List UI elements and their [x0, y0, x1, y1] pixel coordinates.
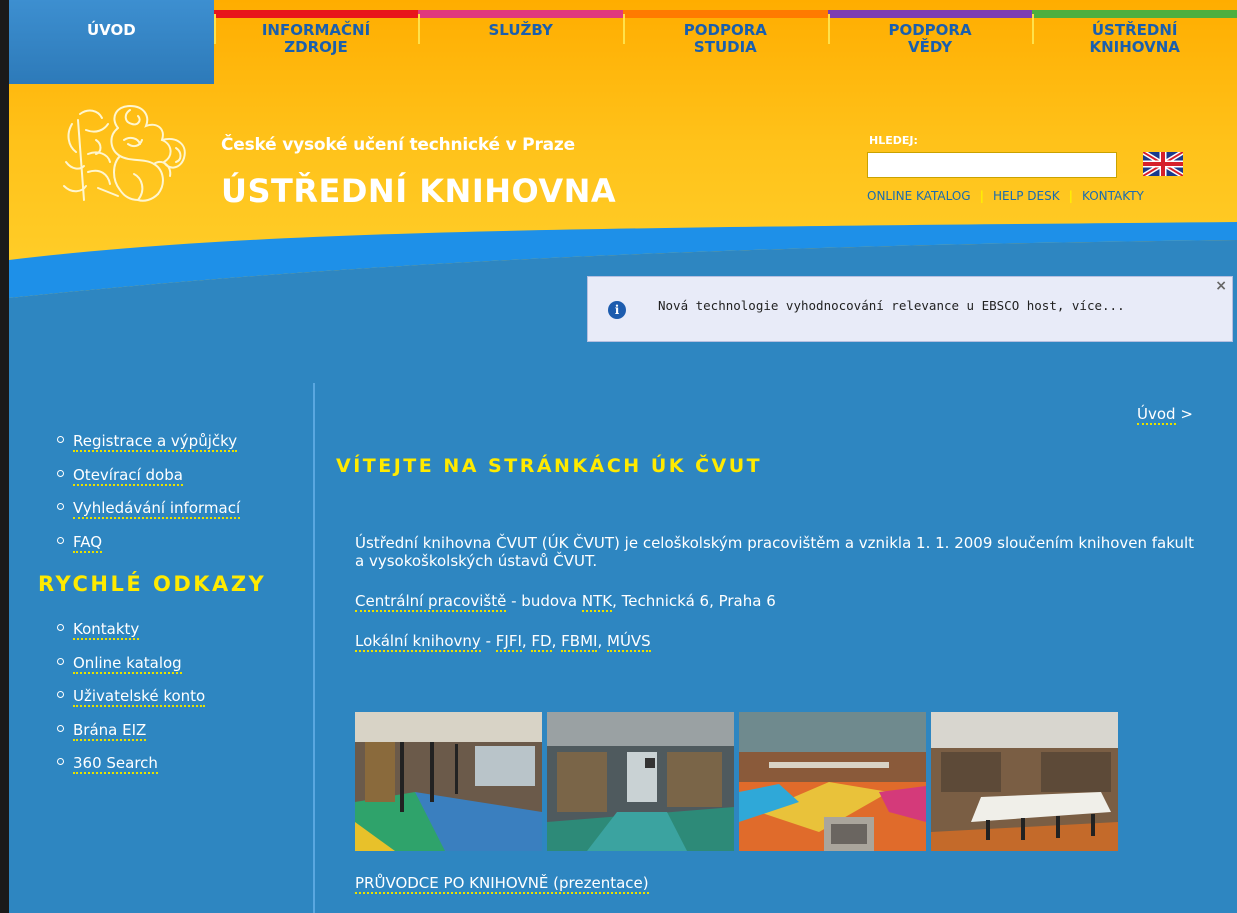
bullet-icon [57, 758, 64, 765]
sidebar-link[interactable]: Online katalog [73, 653, 182, 674]
nav-item-uvod[interactable]: ÚVOD [9, 0, 214, 84]
sidebar-item-uzivatelske-konto: Uživatelské konto [57, 687, 206, 721]
search-input[interactable] [867, 152, 1117, 178]
sidebar-link[interactable]: Registrace a výpůjčky [73, 432, 238, 452]
local-libraries-line: Lokální knihovny - FJFI, FD, FBMI, MÚVS [355, 632, 651, 652]
sidebar-link[interactable]: Vyhledávání informací [73, 499, 241, 519]
nav-label-informacni-zdroje: INFORMAČNÍ ZDROJE [261, 21, 371, 56]
nav-label-sluzby: SLUŽBY [488, 21, 553, 39]
info-icon: i [608, 301, 626, 319]
fd-link[interactable]: FD [531, 632, 552, 652]
central-text: - budova [506, 592, 582, 610]
link-separator: | [979, 189, 984, 203]
online-katalog-link[interactable]: ONLINE KATALOG [867, 189, 971, 203]
ntk-link[interactable]: NTK [581, 592, 613, 612]
breadcrumb: Úvod > [1137, 405, 1193, 425]
nav-color-bar [827, 10, 1033, 18]
fbmi-link[interactable]: FBMI [561, 632, 598, 652]
sidebar-item-vyhledavani: Vyhledávání informací [57, 499, 241, 533]
intro-paragraph: Ústřední knihovna ČVUT (ÚK ČVUT) je celo… [355, 534, 1195, 570]
nav-separator [623, 14, 626, 44]
central-address: , Technická 6, Praha 6 [612, 592, 776, 610]
site-subtitle: České vysoké učení technické v Praze [221, 135, 575, 155]
site-title[interactable]: ÚSTŘEDNÍ KNIHOVNA [221, 172, 616, 210]
sidebar-item-registrace: Registrace a výpůjčky [57, 432, 240, 466]
nav-color-bar [418, 10, 624, 18]
bullet-icon [57, 624, 64, 631]
sidebar-link[interactable]: Brána EIZ [73, 720, 147, 741]
page-title: VÍTEJTE NA STRÁNKÁCH ÚK ČVUT [336, 455, 763, 477]
library-photo[interactable] [547, 712, 734, 851]
column-divider [313, 383, 315, 913]
library-photo[interactable] [931, 712, 1118, 851]
breadcrumb-home-link[interactable]: Úvod [1137, 405, 1176, 425]
sidebar-link[interactable]: 360 Search [73, 754, 158, 774]
nav-label-uvod: ÚVOD [86, 21, 136, 39]
nav-color-bar [213, 10, 419, 18]
nav-label-ustredni-knihovna: ÚSTŘEDNÍ KNIHOVNA [1089, 21, 1180, 56]
library-guide-link[interactable]: PRŮVODCE PO KNIHOVNĚ (prezentace) [355, 874, 649, 894]
library-photo[interactable] [739, 712, 926, 851]
nav-separator [418, 14, 421, 44]
bullet-icon [57, 657, 64, 665]
nav-item-informacni-zdroje[interactable]: INFORMAČNÍ ZDROJE [213, 0, 419, 84]
sidebar-item-online-katalog: Online katalog [57, 653, 205, 688]
nav-item-podpora-studia[interactable]: PODPORA STUDIA [623, 0, 828, 84]
nav-label-podpora-studia: PODPORA STUDIA [683, 21, 767, 56]
notice-text[interactable]: Nová technologie vyhodnocování relevance… [658, 298, 1125, 313]
sidebar-link[interactable]: FAQ [73, 532, 103, 553]
bullet-icon [57, 724, 64, 732]
nav-color-bar [1032, 10, 1237, 18]
sidebar-item-faq: FAQ [57, 532, 240, 567]
bullet-icon [57, 503, 64, 510]
main-navigation: ÚVOD INFORMAČNÍ ZDROJE SLUŽBY PODPORA ST… [9, 0, 1237, 84]
search-label: HLEDEJ: [869, 134, 918, 147]
sidebar-link[interactable]: Otevírací doba [73, 465, 183, 486]
nav-separator [1032, 14, 1035, 44]
lion-emblem-icon[interactable] [58, 100, 198, 208]
central-workplace-line: Centrální pracoviště - budova NTK, Techn… [355, 592, 776, 612]
sidebar-quick-links: Kontakty Online katalog Uživatelské kont… [57, 620, 206, 788]
sidebar-item-360-search: 360 Search [57, 754, 205, 788]
quick-links-heading: RYCHLÉ ODKAZY [38, 572, 267, 596]
library-photo-gallery [355, 712, 1118, 851]
window-left-edge [0, 0, 9, 913]
bullet-icon [57, 436, 64, 443]
bullet-icon [57, 469, 64, 477]
notice-banner: i Nová technologie vyhodnocování relevan… [587, 276, 1233, 342]
bullet-icon [57, 691, 64, 698]
kontakty-link[interactable]: KONTAKTY [1082, 189, 1144, 203]
bullet-icon [57, 536, 64, 544]
library-photo[interactable] [355, 712, 542, 851]
sidebar-link[interactable]: Kontakty [73, 620, 140, 640]
sidebar-item-brana-eiz: Brána EIZ [57, 720, 205, 755]
nav-color-bar [623, 10, 828, 18]
nav-item-ustredni-knihovna[interactable]: ÚSTŘEDNÍ KNIHOVNA [1032, 0, 1237, 84]
muvs-link[interactable]: MÚVS [607, 632, 651, 652]
header-quick-links: ONLINE KATALOG | HELP DESK | KONTAKTY [867, 189, 1144, 203]
sidebar-link[interactable]: Uživatelské konto [73, 687, 206, 707]
breadcrumb-separator: > [1175, 405, 1193, 423]
nav-label-podpora-vedy: PODPORA VĚDY [888, 21, 972, 56]
nav-separator [213, 14, 216, 44]
sidebar-item-oteviraci-doba: Otevírací doba [57, 465, 240, 500]
uk-flag-icon[interactable] [1143, 152, 1183, 176]
local-libraries-link[interactable]: Lokální knihovny [355, 632, 481, 652]
sidebar-main-links: Registrace a výpůjčky Otevírací doba Vyh… [57, 432, 241, 567]
nav-item-sluzby[interactable]: SLUŽBY [418, 0, 624, 84]
library-guide-line: PRŮVODCE PO KNIHOVNĚ (prezentace) [355, 874, 649, 894]
central-workplace-link[interactable]: Centrální pracoviště [355, 592, 507, 612]
sidebar-item-kontakty: Kontakty [57, 620, 205, 654]
link-separator: | [1068, 189, 1074, 203]
close-icon[interactable]: × [1215, 278, 1227, 294]
nav-item-podpora-vedy[interactable]: PODPORA VĚDY [827, 0, 1033, 84]
fjfi-link[interactable]: FJFI [495, 632, 522, 652]
local-separator: - [480, 632, 496, 650]
help-desk-link[interactable]: HELP DESK [993, 189, 1060, 203]
nav-separator [827, 14, 830, 44]
